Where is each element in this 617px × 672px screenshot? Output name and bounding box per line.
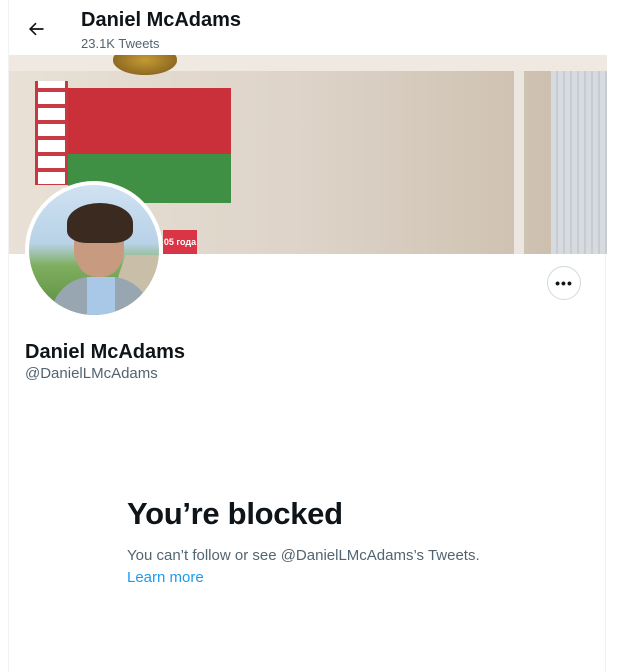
more-options-button[interactable]: •••	[547, 266, 581, 300]
profile-name: Daniel McAdams	[25, 341, 186, 363]
blocked-notice: You’re blocked You can’t follow or see @…	[127, 496, 527, 587]
back-button[interactable]	[19, 12, 53, 46]
banner-sign: 05 года	[163, 230, 197, 254]
learn-more-link[interactable]: Learn more	[127, 569, 204, 586]
banner-ceiling	[9, 55, 607, 71]
banner-flag-ornament	[35, 81, 68, 185]
more-horizontal-icon: •••	[555, 275, 573, 291]
header-title: Daniel McAdams	[81, 9, 242, 31]
banner-flag-red-stripe	[68, 88, 231, 154]
arrow-left-icon	[28, 22, 44, 36]
blocked-message: You can’t follow or see @DanielLMcAdams’…	[127, 547, 480, 564]
avatar[interactable]	[25, 181, 163, 319]
banner-pillar	[514, 71, 524, 254]
profile-column: Daniel McAdams 23.1K Tweets 05 года ••• …	[8, 0, 607, 672]
profile-handle: @DanielLMcAdams	[25, 365, 158, 382]
blocked-heading: You’re blocked	[127, 496, 343, 531]
tweet-count: 23.1K Tweets	[81, 36, 160, 51]
banner-window-blinds	[551, 71, 607, 254]
avatar-shirt	[87, 277, 115, 315]
avatar-hair	[67, 203, 133, 243]
banner-emblem	[113, 55, 177, 75]
profile-header: Daniel McAdams 23.1K Tweets	[9, 0, 607, 55]
